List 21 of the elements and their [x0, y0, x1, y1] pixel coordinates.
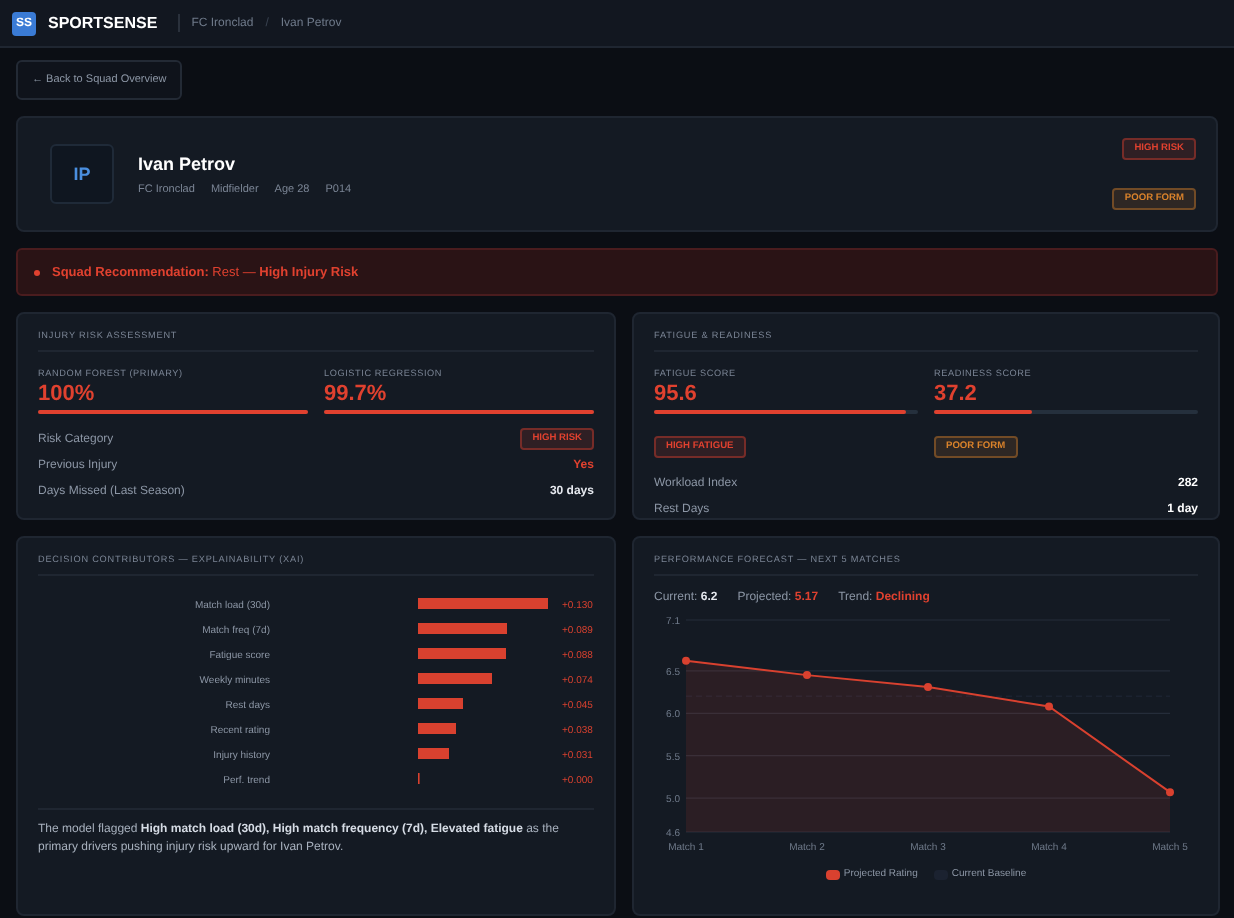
point: [682, 656, 690, 665]
risk-value: 99.7%: [324, 382, 389, 406]
bar: [418, 748, 449, 759]
bar: [418, 623, 507, 634]
alert-dot-icon: [34, 269, 40, 275]
point: [1045, 702, 1053, 711]
bar: [418, 673, 492, 684]
point: [1166, 788, 1174, 797]
point: [924, 682, 932, 691]
point: [803, 671, 811, 680]
bar: [418, 723, 456, 734]
risk-value: 100%: [38, 382, 97, 406]
bar: [418, 698, 463, 709]
brand-name: SPORTSENSE: [48, 14, 180, 32]
bar: [418, 598, 548, 609]
player-name: Ivan Petrov: [138, 153, 238, 173]
score-value: 95.6: [654, 382, 699, 406]
score-value: 37.2: [934, 382, 979, 406]
avatar: IP: [50, 144, 114, 204]
legend-swatch: [825, 869, 840, 879]
bar: [418, 648, 506, 659]
